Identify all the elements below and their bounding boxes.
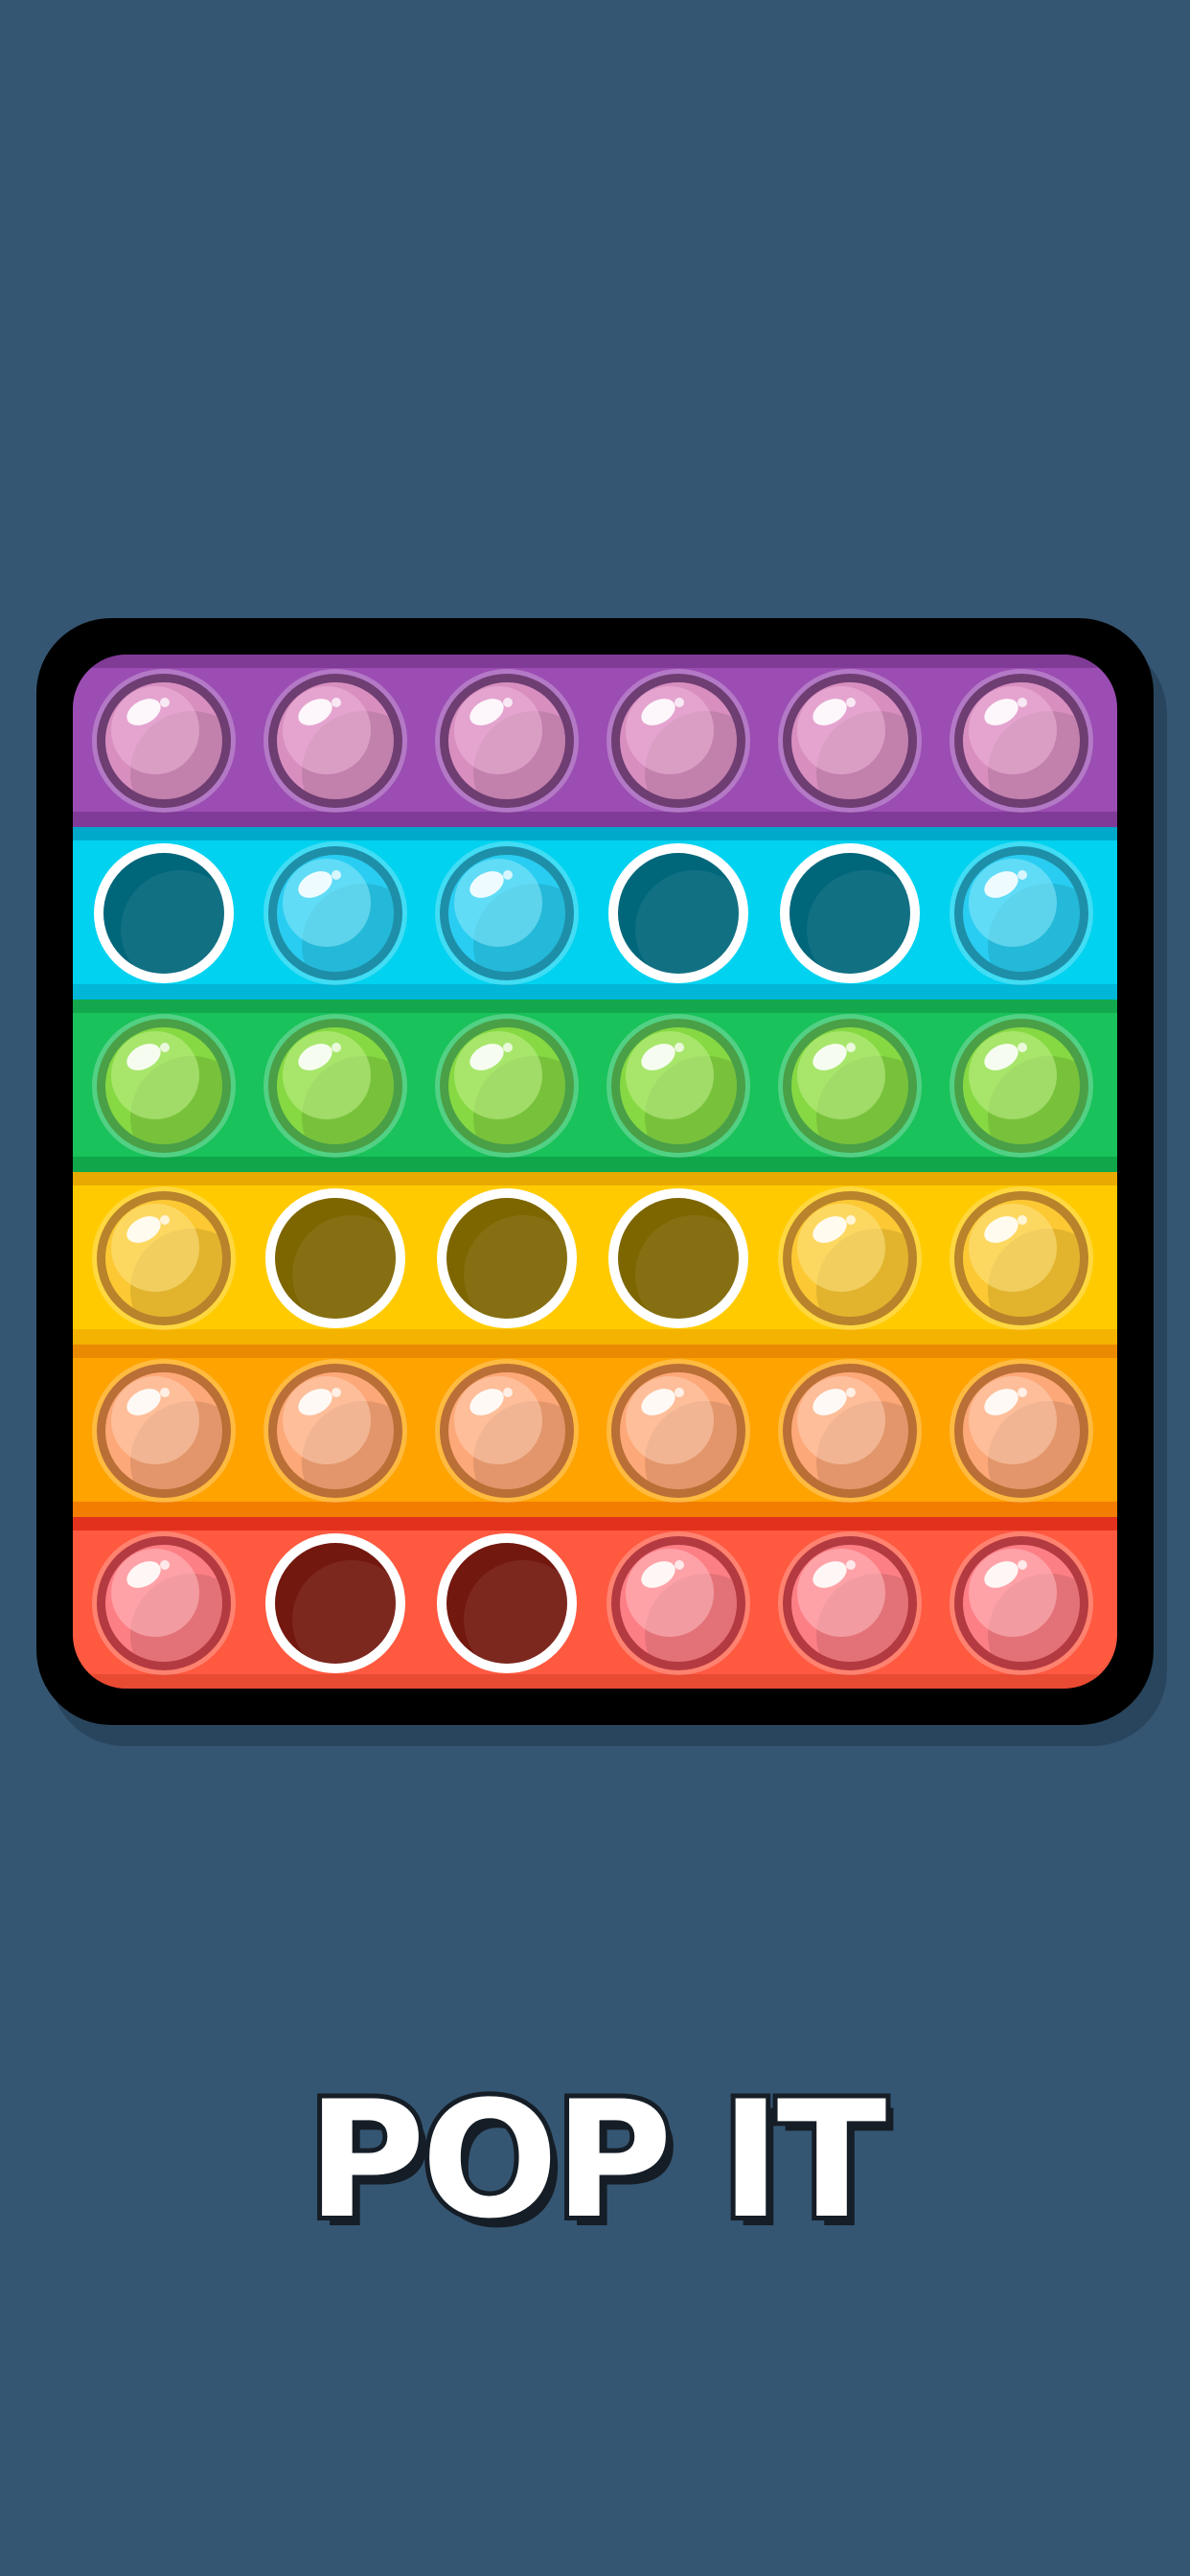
popped-bubble-graphic <box>437 1533 577 1673</box>
popped-bubble-icon[interactable] <box>431 1528 583 1679</box>
raised-bubble-icon[interactable] <box>946 1528 1097 1679</box>
bubble-graphic <box>950 1186 1093 1330</box>
raised-bubble-icon[interactable] <box>946 665 1097 816</box>
raised-bubble-icon[interactable] <box>774 1528 926 1679</box>
popped-bubble-icon[interactable] <box>260 1183 411 1334</box>
bubble-graphic <box>263 669 407 813</box>
bubble-graphic <box>778 1014 922 1158</box>
popped-bubble-graphic <box>437 1188 577 1328</box>
raised-bubble-icon[interactable] <box>260 665 411 816</box>
raised-bubble-icon[interactable] <box>603 1528 754 1679</box>
raised-bubble-icon[interactable] <box>88 665 240 816</box>
bubble-graphic <box>263 1014 407 1158</box>
bubble-graphic <box>950 1359 1093 1503</box>
raised-bubble-icon[interactable] <box>603 1010 754 1162</box>
raised-bubble-icon[interactable] <box>88 1183 240 1334</box>
row-green <box>73 1000 1117 1172</box>
raised-bubble-icon[interactable] <box>88 1355 240 1506</box>
bubble-graphic <box>606 669 750 813</box>
bubble-graphic <box>92 1186 236 1330</box>
raised-bubble-icon[interactable] <box>260 1010 411 1162</box>
popped-bubble-icon[interactable] <box>774 838 926 989</box>
popped-bubble-icon[interactable] <box>88 838 240 989</box>
popped-bubble-icon[interactable] <box>603 1183 754 1334</box>
pop-it-board-container <box>36 618 1167 1746</box>
raised-bubble-icon[interactable] <box>260 1355 411 1506</box>
row-cyan <box>73 827 1117 1000</box>
bubble-graphic <box>950 841 1093 985</box>
raised-bubble-icon[interactable] <box>88 1010 240 1162</box>
bubble-graphic <box>950 1531 1093 1675</box>
bubble-graphic <box>435 669 579 813</box>
raised-bubble-icon[interactable] <box>946 1010 1097 1162</box>
bubble-graphic <box>92 1359 236 1503</box>
popped-bubble-graphic <box>265 1533 405 1673</box>
bubble-graphic <box>606 1531 750 1675</box>
row-red <box>73 1517 1117 1689</box>
raised-bubble-icon[interactable] <box>774 665 926 816</box>
raised-bubble-icon[interactable] <box>946 1183 1097 1334</box>
raised-bubble-icon[interactable] <box>774 1355 926 1506</box>
bubble-graphic <box>950 669 1093 813</box>
bubble-graphic <box>92 669 236 813</box>
raised-bubble-icon[interactable] <box>603 1355 754 1506</box>
popped-bubble-graphic <box>608 843 748 983</box>
raised-bubble-icon[interactable] <box>431 665 583 816</box>
bubble-graphic <box>263 1359 407 1503</box>
bubble-graphic <box>435 1014 579 1158</box>
raised-bubble-icon[interactable] <box>88 1528 240 1679</box>
popped-bubble-icon[interactable] <box>260 1528 411 1679</box>
bubble-graphic <box>435 841 579 985</box>
raised-bubble-icon[interactable] <box>603 665 754 816</box>
popped-bubble-icon[interactable] <box>603 838 754 989</box>
raised-bubble-icon[interactable] <box>431 1355 583 1506</box>
game-title: POP IT <box>303 2066 892 2254</box>
row-orange <box>73 1345 1117 1517</box>
bubble-graphic <box>778 1359 922 1503</box>
bubble-graphic <box>950 1014 1093 1158</box>
board-frame <box>36 618 1154 1725</box>
popped-bubble-icon[interactable] <box>431 1183 583 1334</box>
raised-bubble-icon[interactable] <box>946 838 1097 989</box>
bubble-graphic <box>92 1014 236 1158</box>
bubble-graphic <box>92 1531 236 1675</box>
pop-it-board <box>73 655 1117 1689</box>
popped-bubble-graphic <box>780 843 920 983</box>
raised-bubble-icon[interactable] <box>946 1355 1097 1506</box>
bubble-graphic <box>778 669 922 813</box>
bubble-graphic <box>435 1359 579 1503</box>
row-purple <box>73 655 1117 827</box>
bubble-graphic <box>606 1014 750 1158</box>
raised-bubble-icon[interactable] <box>431 1010 583 1162</box>
bubble-graphic <box>778 1186 922 1330</box>
raised-bubble-icon[interactable] <box>431 838 583 989</box>
row-yellow <box>73 1172 1117 1345</box>
raised-bubble-icon[interactable] <box>774 1010 926 1162</box>
popped-bubble-graphic <box>265 1188 405 1328</box>
bubble-graphic <box>263 841 407 985</box>
popped-bubble-graphic <box>94 843 234 983</box>
raised-bubble-icon[interactable] <box>774 1183 926 1334</box>
popped-bubble-graphic <box>608 1188 748 1328</box>
bubble-graphic <box>778 1531 922 1675</box>
bubble-graphic <box>606 1359 750 1503</box>
raised-bubble-icon[interactable] <box>260 838 411 989</box>
